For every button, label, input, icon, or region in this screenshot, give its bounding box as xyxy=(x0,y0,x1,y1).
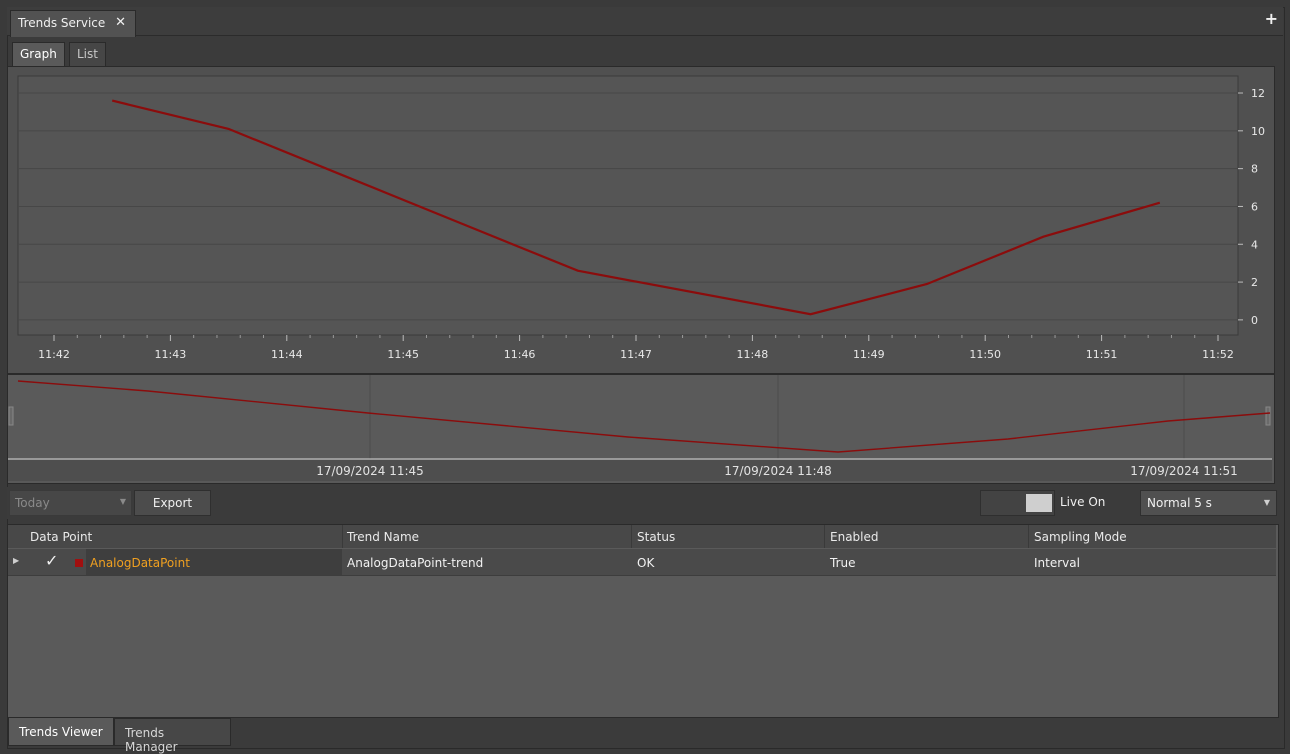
column-header-sampling-mode[interactable]: Sampling Mode xyxy=(1034,530,1127,544)
row-visible-checkbox[interactable]: ✓ xyxy=(45,551,58,570)
column-header-data-point[interactable]: Data Point xyxy=(30,530,92,544)
column-header-trend-name[interactable]: Trend Name xyxy=(347,530,419,544)
column-divider[interactable] xyxy=(342,525,343,548)
navigator-left-handle[interactable] xyxy=(8,406,14,426)
tab-list[interactable]: List xyxy=(69,42,106,66)
document-tab-bar xyxy=(7,7,1283,36)
x-tick-label: 11:43 xyxy=(155,348,187,361)
interval-value: Normal 5 s xyxy=(1147,496,1212,510)
navigator-tick-label: 17/09/2024 11:48 xyxy=(724,464,832,478)
y-tick-label: 6 xyxy=(1251,200,1258,213)
live-toggle[interactable] xyxy=(980,490,1055,516)
y-tick-label: 0 xyxy=(1251,314,1258,327)
column-divider[interactable] xyxy=(631,525,632,548)
column-divider[interactable] xyxy=(824,525,825,548)
date-range-value: Today xyxy=(15,496,50,510)
export-button[interactable]: Export xyxy=(134,490,211,516)
navigator-right-handle[interactable] xyxy=(1265,406,1271,426)
status-cell: OK xyxy=(637,556,655,570)
sampling-interval-select[interactable]: Normal 5 s ▼ xyxy=(1140,490,1277,516)
x-tick-label: 11:48 xyxy=(737,348,769,361)
x-tick-label: 11:51 xyxy=(1086,348,1118,361)
x-tick-label: 11:52 xyxy=(1202,348,1234,361)
data-point-link[interactable]: AnalogDataPoint xyxy=(90,556,190,570)
y-tick-label: 4 xyxy=(1251,238,1258,251)
x-tick-label: 11:44 xyxy=(271,348,303,361)
close-icon[interactable]: ✕ xyxy=(115,15,126,30)
expand-row-icon[interactable]: ▶ xyxy=(13,556,19,565)
chevron-down-icon: ▼ xyxy=(1263,498,1270,507)
x-tick-label: 11:42 xyxy=(38,348,70,361)
tab-trends-manager[interactable]: Trends Manager xyxy=(114,718,231,754)
navigator-chart[interactable]: 17/09/2024 11:45 17/09/2024 11:48 17/09/… xyxy=(8,375,1272,481)
chevron-down-icon: ▼ xyxy=(119,497,126,506)
tab-trends-service[interactable]: Trends Service ✕ xyxy=(10,10,136,37)
plot-area xyxy=(17,75,1239,336)
x-tick-label: 11:47 xyxy=(620,348,652,361)
trend-chart[interactable]: 12 10 8 6 4 2 0 11:42 11:43 11:44 11:45 11:46 11:47… xyxy=(8,68,1272,372)
toggle-knob xyxy=(1026,494,1052,512)
x-tick-label: 11:50 xyxy=(969,348,1001,361)
sampling-mode-cell: Interval xyxy=(1034,556,1080,570)
x-tick-label: 11:49 xyxy=(853,348,885,361)
column-divider[interactable] xyxy=(1028,525,1029,548)
tab-title: Trends Service xyxy=(18,16,106,30)
y-tick-label: 10 xyxy=(1251,125,1265,138)
trend-name-cell: AnalogDataPoint-trend xyxy=(347,556,484,570)
tab-trends-viewer[interactable]: Trends Viewer xyxy=(8,718,114,746)
series-color-swatch xyxy=(75,559,83,567)
tab-graph[interactable]: Graph xyxy=(12,42,65,66)
navigator-tick-label: 17/09/2024 11:45 xyxy=(316,464,424,478)
y-tick-label: 8 xyxy=(1251,163,1258,176)
y-tick-label: 2 xyxy=(1251,276,1258,289)
navigator-tick-label: 17/09/2024 11:51 xyxy=(1130,464,1238,478)
view-tabs: Graph List xyxy=(7,40,1283,66)
date-range-select[interactable]: Today ▼ xyxy=(9,490,132,516)
x-tick-label: 11:45 xyxy=(387,348,419,361)
column-header-status[interactable]: Status xyxy=(637,530,675,544)
x-tick-label: 11:46 xyxy=(504,348,536,361)
add-tab-icon[interactable]: + xyxy=(1265,11,1278,27)
y-tick-label: 12 xyxy=(1251,87,1265,100)
enabled-cell: True xyxy=(830,556,856,570)
column-header-enabled[interactable]: Enabled xyxy=(830,530,879,544)
live-label: Live On xyxy=(1060,495,1106,509)
